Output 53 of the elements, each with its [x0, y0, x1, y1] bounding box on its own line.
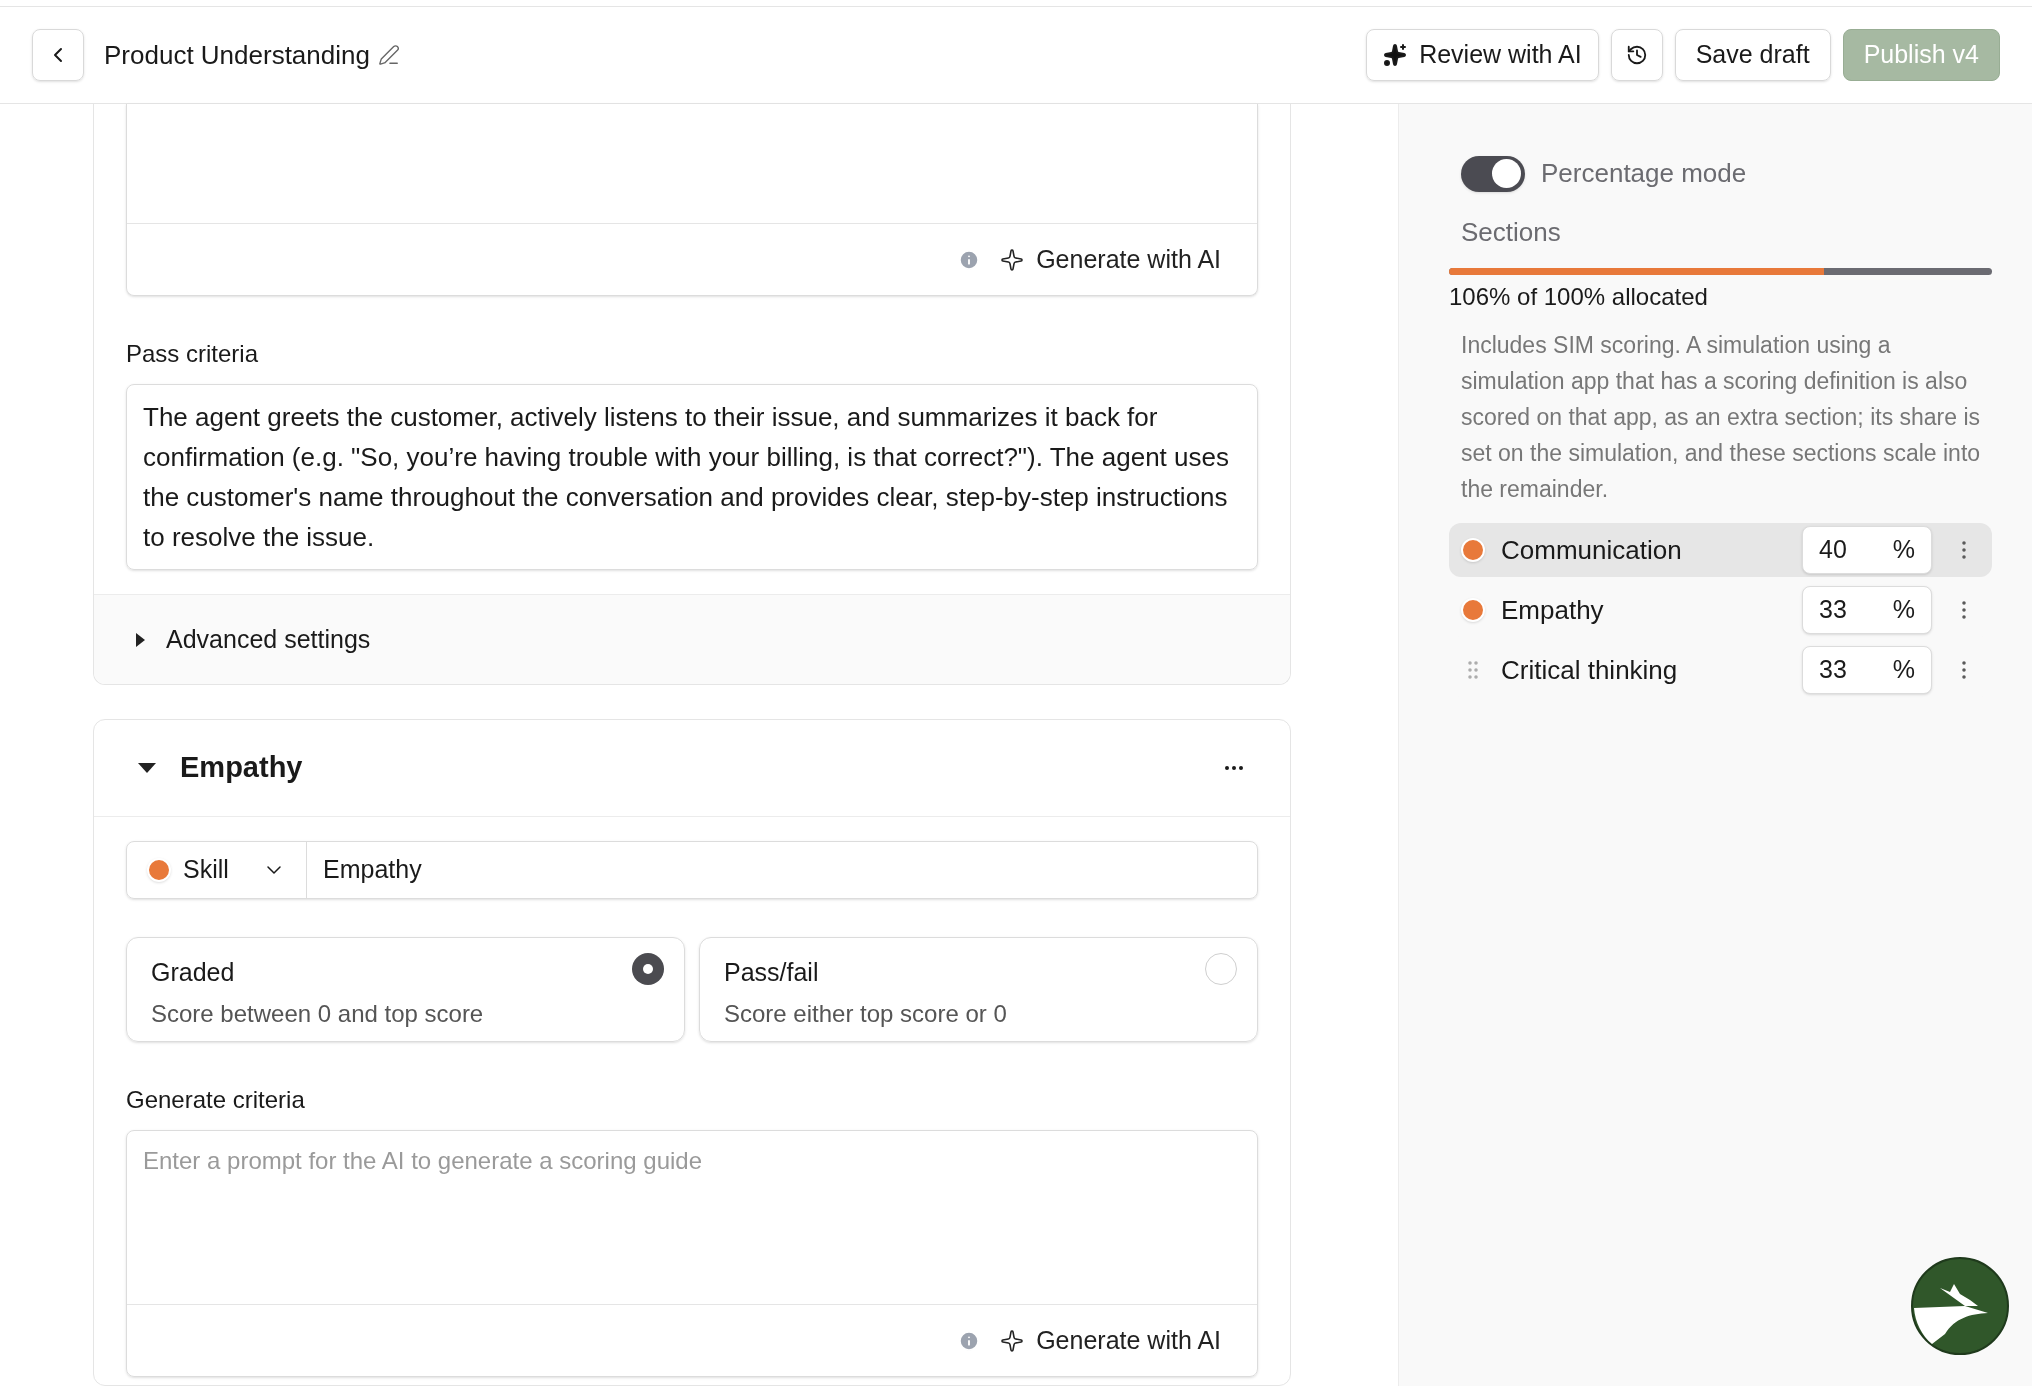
percent-unit: %	[1892, 534, 1915, 566]
prompt-placeholder: Enter a prompt for the AI to generate a scoring guide	[143, 1147, 702, 1174]
section-name-field[interactable]: Skill Empathy	[126, 841, 1258, 899]
info-icon	[958, 1329, 981, 1352]
type-select[interactable]: Skill	[127, 842, 307, 898]
percent-field[interactable]: 33 %	[1802, 646, 1932, 694]
field-label: Generate criteria	[126, 1085, 306, 1115]
section-row[interactable]: Communication 40 %	[1449, 523, 1992, 577]
percentage-mode-switch[interactable]	[1461, 155, 1525, 192]
radio-button[interactable]	[632, 953, 664, 985]
percent-value: 33	[1819, 594, 1847, 626]
field-label: Pass criteria	[126, 339, 260, 369]
advanced-settings-toggle[interactable]: Advanced settings	[94, 594, 1290, 684]
scoring-option[interactable]: Graded Score between 0 and top score	[126, 937, 685, 1042]
generate-with-ai-button[interactable]: Generate with AI	[1000, 240, 1221, 279]
section-expand-toggle[interactable]: Empathy	[138, 746, 303, 790]
assistant-logo-icon[interactable]	[1910, 1256, 2010, 1356]
option-description: Score either top score or 0	[724, 998, 1008, 1029]
section-name: Critical thinking	[1501, 653, 1678, 687]
percent-value: 40	[1819, 534, 1847, 566]
percent-unit: %	[1892, 594, 1915, 626]
percent-value: 33	[1819, 654, 1847, 686]
sparkle-icon	[1000, 247, 1025, 272]
sparkle-icon	[1000, 1328, 1025, 1353]
percent-unit: %	[1892, 654, 1915, 686]
scoring-option[interactable]: Pass/fail Score either top score or 0	[699, 937, 1258, 1042]
save-draft-button[interactable]: Save draft	[1674, 29, 1831, 81]
info-icon	[958, 248, 981, 271]
sparkles-icon	[1383, 43, 1408, 67]
percent-field[interactable]: 40 %	[1802, 526, 1932, 574]
caret-icon	[138, 762, 156, 774]
scoring-note: Includes SIM scoring. A simulation using a simulation app that has a scoring definition is also scored on that app, as an extra section; its share is set on the simulation, and these sections scale into the remainder.	[1460, 331, 1982, 504]
radio-button[interactable]	[1205, 953, 1237, 985]
history-button[interactable]	[1610, 29, 1663, 81]
section-name-value: Empathy	[322, 854, 423, 886]
switch-label: Percentage mode	[1541, 157, 1747, 190]
history-icon	[1625, 44, 1648, 66]
option-title: Pass/fail	[724, 957, 819, 988]
prompt-field[interactable]: Generate with AI	[126, 104, 1258, 296]
review-with-ai-button[interactable]: Review with AI	[1366, 29, 1599, 81]
percent-field[interactable]: 33 %	[1802, 586, 1932, 634]
option-description: Score between 0 and top score	[151, 998, 485, 1029]
generate-with-ai-button[interactable]: Generate with AI	[1000, 1321, 1221, 1360]
edit-icon[interactable]	[377, 44, 400, 66]
section-name: Communication	[1501, 533, 1682, 567]
option-title: Graded	[151, 957, 235, 988]
page-title: Product Understanding	[104, 38, 370, 72]
prompt-field[interactable]: Enter a prompt for the AI to generate a scoring guide Generate with AI	[126, 1130, 1258, 1377]
caret-icon	[134, 632, 146, 647]
section-name: Empathy	[1501, 593, 1604, 627]
sections-heading: Sections	[1460, 216, 1562, 249]
pass-criteria-field[interactable]: The agent greets the customer, actively listens to their issue, and summarizes it back for confirmation (e.g. "So, you’re having trouble with your billing, is that correct?"). The agent uses the customer's name throughout the conversation and provides clear, step-by-step instructions to resolve the issue.	[126, 384, 1258, 570]
allocation-reading: 106% of 100% allocated	[1449, 282, 1709, 312]
